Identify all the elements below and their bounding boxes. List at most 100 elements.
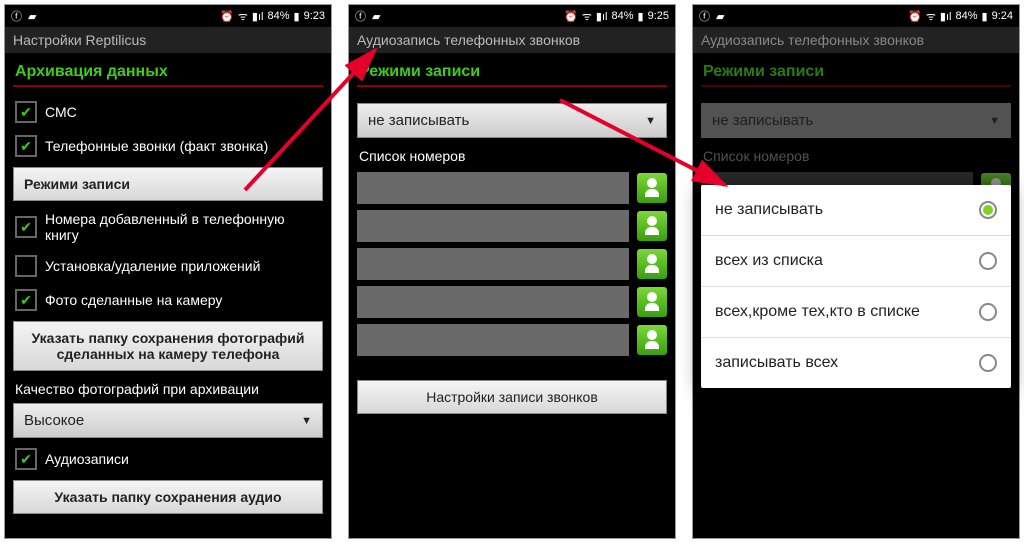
pick-contact-button[interactable] — [637, 211, 667, 241]
number-row — [357, 248, 667, 280]
record-mode-popup: не записывать всех из списка всех,кроме … — [701, 185, 1011, 388]
checkbox-label: Номера добавленный в телефонную книгу — [45, 211, 321, 243]
phone-number-input[interactable] — [357, 172, 629, 204]
signal-icon: ▮ıl — [252, 10, 264, 23]
record-mode-dropdown[interactable]: не записывать ▼ — [357, 103, 667, 138]
checkbox-apps[interactable]: Установка/удаление приложений — [5, 249, 331, 283]
pick-contact-button[interactable] — [637, 249, 667, 279]
facebook-icon: ⓕ — [355, 8, 366, 24]
checkbox-label: Телефонные звонки (факт звонка) — [45, 138, 321, 154]
option-all-from-list[interactable]: всех из списка — [701, 236, 1011, 287]
pick-contact-button[interactable] — [637, 173, 667, 203]
radio-icon — [979, 252, 997, 270]
dropdown-value: Высокое — [24, 412, 84, 429]
battery-pct: 84% — [955, 10, 977, 22]
phone-screen-3: ⓕ ▰ ⏰ ᯤ ▮ıl 84% ▮ 9:24 Аудиозапись телеф… — [692, 4, 1020, 539]
numbers-list-label: Список номеров — [357, 142, 667, 166]
checkbox-label: Аудиозаписи — [45, 451, 321, 467]
signal-icon: ▮ıl — [596, 10, 608, 23]
pick-contact-button[interactable] — [637, 325, 667, 355]
numbers-list-label: Список номеров — [701, 142, 1011, 166]
divider — [13, 85, 323, 87]
battery-pct: 84% — [267, 10, 289, 22]
checkbox-photos[interactable]: Фото сделанные на камеру — [5, 283, 331, 317]
checkbox-icon[interactable] — [15, 135, 37, 157]
chevron-down-icon: ▼ — [301, 415, 312, 427]
phone-number-input[interactable] — [357, 210, 629, 242]
checkbox-sms[interactable]: СМС — [5, 95, 331, 129]
dropdown-value: не записывать — [368, 112, 469, 129]
pick-contact-button[interactable] — [637, 287, 667, 317]
radio-icon — [979, 201, 997, 219]
clock: 9:23 — [304, 10, 325, 22]
option-label: записывать всех — [715, 354, 838, 372]
checkbox-icon[interactable] — [15, 289, 37, 311]
section-title: Архивация данных — [5, 53, 331, 85]
photo-folder-button[interactable]: Указать папку сохранения фотографий сдел… — [13, 321, 323, 371]
chat-icon: ▰ — [372, 10, 380, 23]
app-bar: Аудиозапись телефонных звонков — [693, 27, 1019, 53]
phone-number-input[interactable] — [357, 286, 629, 318]
option-no-record[interactable]: не записывать — [701, 185, 1011, 236]
facebook-icon: ⓕ — [699, 8, 710, 24]
phone-screen-1: ⓕ ▰ ⏰ ᯤ ▮ıl 84% ▮ 9:23 Настройки Reptili… — [4, 4, 332, 539]
checkbox-label: Установка/удаление приложений — [45, 258, 321, 274]
section-title: Режими записи — [693, 53, 1019, 85]
quality-label: Качество фотографий при архивации — [5, 375, 331, 399]
phone-number-input[interactable] — [357, 248, 629, 280]
app-bar: Настройки Reptilicus — [5, 27, 331, 53]
status-bar: ⓕ ▰ ⏰ ᯤ ▮ıl 84% ▮ 9:24 — [693, 5, 1019, 27]
battery-icon: ▮ — [638, 10, 644, 23]
divider — [357, 85, 667, 87]
option-label: не записывать — [715, 201, 823, 219]
checkbox-label: Фото сделанные на камеру — [45, 292, 321, 308]
checkbox-icon[interactable] — [15, 255, 37, 277]
checkbox-icon[interactable] — [15, 101, 37, 123]
wifi-icon: ᯤ — [926, 9, 936, 24]
checkbox-icon[interactable] — [15, 448, 37, 470]
chat-icon: ▰ — [28, 10, 36, 23]
divider — [701, 85, 1011, 87]
phone-screen-2: ⓕ ▰ ⏰ ᯤ ▮ıl 84% ▮ 9:25 Аудиозапись телеф… — [348, 4, 676, 539]
chevron-down-icon: ▼ — [989, 115, 1000, 127]
number-row — [357, 286, 667, 318]
app-bar: Аудиозапись телефонных звонков — [349, 27, 675, 53]
number-row — [357, 210, 667, 242]
number-row — [357, 324, 667, 356]
radio-icon — [979, 354, 997, 372]
status-bar: ⓕ ▰ ⏰ ᯤ ▮ıl 84% ▮ 9:25 — [349, 5, 675, 27]
alarm-icon: ⏰ — [220, 10, 234, 23]
signal-icon: ▮ıl — [940, 10, 952, 23]
wifi-icon: ᯤ — [238, 9, 248, 24]
alarm-icon: ⏰ — [908, 10, 922, 23]
quality-dropdown[interactable]: Высокое ▼ — [13, 403, 323, 438]
recording-settings-button[interactable]: Настройки записи звонков — [357, 380, 667, 414]
facebook-icon: ⓕ — [11, 8, 22, 24]
section-title: Режими записи — [349, 53, 675, 85]
alarm-icon: ⏰ — [564, 10, 578, 23]
checkbox-label: СМС — [45, 104, 321, 120]
recording-mode-button[interactable]: Режими записи — [13, 167, 323, 201]
option-record-all[interactable]: записывать всех — [701, 338, 1011, 388]
phone-number-input[interactable] — [357, 324, 629, 356]
wifi-icon: ᯤ — [582, 9, 592, 24]
checkbox-numbers[interactable]: Номера добавленный в телефонную книгу — [5, 205, 331, 249]
chevron-down-icon: ▼ — [645, 115, 656, 127]
number-row — [357, 172, 667, 204]
option-label: всех из списка — [715, 252, 823, 270]
checkbox-audio[interactable]: Аудиозаписи — [5, 442, 331, 476]
battery-pct: 84% — [611, 10, 633, 22]
radio-icon — [979, 303, 997, 321]
dropdown-value: не записывать — [712, 112, 813, 129]
audio-folder-button[interactable]: Указать папку сохранения аудио — [13, 480, 323, 514]
chat-icon: ▰ — [716, 10, 724, 23]
option-except-list[interactable]: всех,кроме тех,кто в списке — [701, 287, 1011, 338]
checkbox-icon[interactable] — [15, 216, 37, 238]
option-label: всех,кроме тех,кто в списке — [715, 303, 920, 321]
clock: 9:25 — [648, 10, 669, 22]
checkbox-calls[interactable]: Телефонные звонки (факт звонка) — [5, 129, 331, 163]
battery-icon: ▮ — [982, 10, 988, 23]
record-mode-dropdown: не записывать ▼ — [701, 103, 1011, 138]
clock: 9:24 — [992, 10, 1013, 22]
status-bar: ⓕ ▰ ⏰ ᯤ ▮ıl 84% ▮ 9:23 — [5, 5, 331, 27]
